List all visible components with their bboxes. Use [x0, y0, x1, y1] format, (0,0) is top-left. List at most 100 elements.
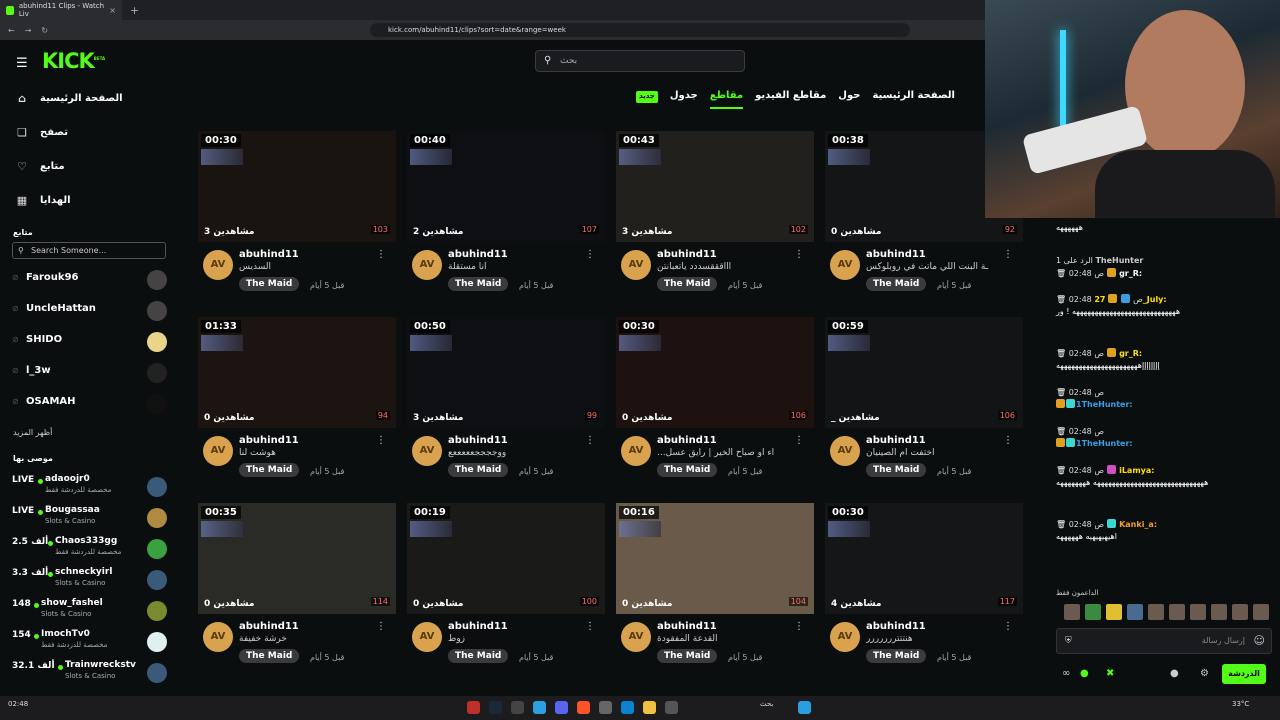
avatar[interactable]: AV	[412, 250, 442, 280]
clip-thumbnail[interactable]: 00:43 3 مشاهدين 102	[616, 131, 814, 242]
trash-icon[interactable]: 🗑	[1056, 349, 1066, 358]
clip-title[interactable]: هوشت لنا	[239, 448, 384, 458]
sidebar-item-browse[interactable]: ❏ تصفح	[16, 122, 68, 142]
trash-icon[interactable]: 🗑	[1056, 427, 1066, 436]
avatar[interactable]: AV	[830, 622, 860, 652]
windows-start-icon[interactable]	[798, 701, 811, 714]
clip-title[interactable]: ـة البنت اللي ماتت في روبلوكس	[866, 262, 1011, 272]
more-options-icon[interactable]: ⋮	[794, 621, 804, 632]
chat-username[interactable]: 27_July:	[1094, 295, 1166, 304]
more-options-icon[interactable]: ⋮	[585, 435, 595, 446]
chat-username[interactable]: Kanki_a:	[1119, 520, 1157, 529]
sidebar-item-home[interactable]: ⌂ الصفحة الرئيسية	[16, 88, 123, 108]
avatar[interactable]: AV	[621, 250, 651, 280]
trash-icon[interactable]: 🗑	[1056, 269, 1066, 278]
clip-title[interactable]: انا مستقلة	[448, 262, 593, 272]
clip-card[interactable]: 00:50 3 مشاهدين 99 AV abuhind11 ⋮ ووججججعععععع…	[407, 317, 605, 492]
chat-username[interactable]: gr_R:	[1119, 349, 1142, 358]
clip-game-tag[interactable]: The Maid	[866, 463, 927, 477]
chat-username[interactable]: iLamya:	[1119, 466, 1154, 475]
tab-clips[interactable]: مقاطع	[709, 90, 744, 109]
clip-game-tag[interactable]: The Maid	[448, 277, 509, 291]
url-field[interactable]: kick.com/abuhind11/clips?sort=date&range…	[370, 23, 910, 37]
hamburger-menu-icon[interactable]: ☰	[16, 56, 28, 71]
trash-icon[interactable]: 🗑	[1056, 520, 1066, 529]
clip-title[interactable]: ...اء او صباح الخير | رايق عسل	[657, 448, 802, 458]
chat-username[interactable]: TheHunter	[1095, 256, 1143, 265]
clip-thumbnail[interactable]: 00:30 0 مشاهدين 106	[616, 317, 814, 428]
clip-thumbnail[interactable]: 00:19 0 مشاهدين 100	[407, 503, 605, 614]
folder-icon[interactable]	[643, 701, 656, 714]
clip-title[interactable]: القدعة المفقودة	[657, 634, 802, 644]
supporter-avatar[interactable]	[1148, 604, 1164, 620]
gear-icon[interactable]: ⚙	[1200, 668, 1209, 679]
chat-username[interactable]: gr_R:	[1119, 269, 1142, 278]
clip-author[interactable]: abuhind11	[657, 621, 717, 632]
new-tab-button[interactable]: +	[130, 4, 139, 17]
edge-icon[interactable]	[621, 701, 634, 714]
clip-card[interactable]: 00:30 3 مشاهدين 103 AV abuhind11 ⋮ السديس The M…	[198, 131, 396, 306]
clip-card[interactable]: 00:19 0 مشاهدين 100 AV abuhind11 ⋮ زوط The Maid…	[407, 503, 605, 678]
taskbar-search[interactable]: بحث	[760, 700, 773, 708]
chat-send-button[interactable]: الدردشة	[1222, 664, 1266, 684]
supporter-avatar[interactable]	[1106, 604, 1122, 620]
more-options-icon[interactable]: ⋮	[1003, 435, 1013, 446]
more-options-icon[interactable]: ⋮	[376, 249, 386, 260]
clip-author[interactable]: abuhind11	[448, 435, 508, 446]
avatar[interactable]: AV	[412, 436, 442, 466]
more-options-icon[interactable]: ⋮	[1003, 621, 1013, 632]
recommended-item[interactable]: LIVE adaoojr0 مخصصة للدردشة فقط	[12, 474, 167, 500]
clip-card[interactable]: 01:33 0 مشاهدين 94 AV abuhind11 ⋮ هوشت لنا The …	[198, 317, 396, 492]
avatar[interactable]: AV	[830, 250, 860, 280]
tab-home[interactable]: الصفحة الرئيسية	[872, 90, 955, 109]
trash-icon[interactable]: 🗑	[1056, 295, 1066, 304]
tab-schedule[interactable]: جدول	[670, 90, 698, 109]
clip-game-tag[interactable]: The Maid	[448, 649, 509, 663]
supporter-avatar[interactable]	[1232, 604, 1248, 620]
chat-bubble-icon[interactable]: ●	[1170, 668, 1179, 679]
recommended-item[interactable]: 3.3 ألف schneckyirl Slots & Casino	[12, 567, 167, 593]
emoji-icon[interactable]: ☺	[1254, 629, 1265, 653]
app-icon[interactable]	[511, 701, 524, 714]
app-icon[interactable]	[467, 701, 480, 714]
clip-game-tag[interactable]: The Maid	[239, 649, 300, 663]
sidebar-search-input[interactable]: ⚲ Search Someone...	[12, 242, 166, 259]
more-options-icon[interactable]: ⋮	[376, 435, 386, 446]
tab-videos[interactable]: مقاطع الفيديو	[755, 90, 826, 109]
clip-game-tag[interactable]: The Maid	[657, 649, 718, 663]
chat-username[interactable]: 1TheHunter:	[1076, 439, 1133, 448]
clip-card[interactable]: 00:30 4 مشاهدين 117 AV abuhind11 ⋮ هنتتترررررر…	[825, 503, 1023, 678]
supporter-avatar[interactable]	[1064, 604, 1080, 620]
tab-about[interactable]: حول	[838, 90, 860, 109]
more-options-icon[interactable]: ⋮	[794, 249, 804, 260]
brave-icon[interactable]	[577, 701, 590, 714]
recommended-item[interactable]: 148 show_fashel Slots & Casino	[12, 598, 167, 624]
supporter-avatar[interactable]	[1211, 604, 1227, 620]
reload-icon[interactable]: ↻	[41, 26, 48, 35]
clip-game-tag[interactable]: The Maid	[239, 277, 300, 291]
avatar[interactable]: AV	[830, 436, 860, 466]
more-options-icon[interactable]: ⋮	[585, 249, 595, 260]
clip-author[interactable]: abuhind11	[239, 621, 299, 632]
browser-tab[interactable]: abuhind11 Clips - Watch Liv ×	[0, 0, 122, 20]
clip-author[interactable]: abuhind11	[239, 249, 299, 260]
more-options-icon[interactable]: ⋮	[376, 621, 386, 632]
avatar[interactable]: AV	[412, 622, 442, 652]
clip-thumbnail[interactable]: 00:59 _ مشاهدين 106	[825, 317, 1023, 428]
avatar[interactable]: AV	[203, 436, 233, 466]
clip-thumbnail[interactable]: 00:30 4 مشاهدين 117	[825, 503, 1023, 614]
recommended-item[interactable]: 32.1 ألف Trainwreckstv Slots & Casino	[12, 660, 167, 686]
close-tab-icon[interactable]: ×	[109, 6, 116, 15]
kick-points-icon[interactable]: ✖	[1106, 668, 1114, 679]
clip-card[interactable]: 00:35 0 مشاهدين 114 AV abuhind11 ⋮ خرشة خفيفة T…	[198, 503, 396, 678]
trash-icon[interactable]: 🗑	[1056, 466, 1066, 475]
clip-card[interactable]: 00:59 _ مشاهدين 106 AV abuhind11 ⋮ اختفت ام ال…	[825, 317, 1023, 492]
recommended-item[interactable]: 154 ImochTv0 مخصصة للدردشة فقط	[12, 629, 167, 655]
kick-logo[interactable]: KICKBETA	[42, 49, 105, 73]
clip-game-tag[interactable]: The Maid	[657, 463, 718, 477]
chat-username[interactable]: 1TheHunter:	[1076, 400, 1133, 409]
app-icon[interactable]	[665, 701, 678, 714]
recommended-item[interactable]: 2.5 ألف Chaos333gg مخصصة للدردشة فقط	[12, 536, 167, 562]
clip-game-tag[interactable]: The Maid	[657, 277, 718, 291]
chat-input[interactable]: ⛨ إرسال رسالة ☺	[1056, 628, 1272, 654]
